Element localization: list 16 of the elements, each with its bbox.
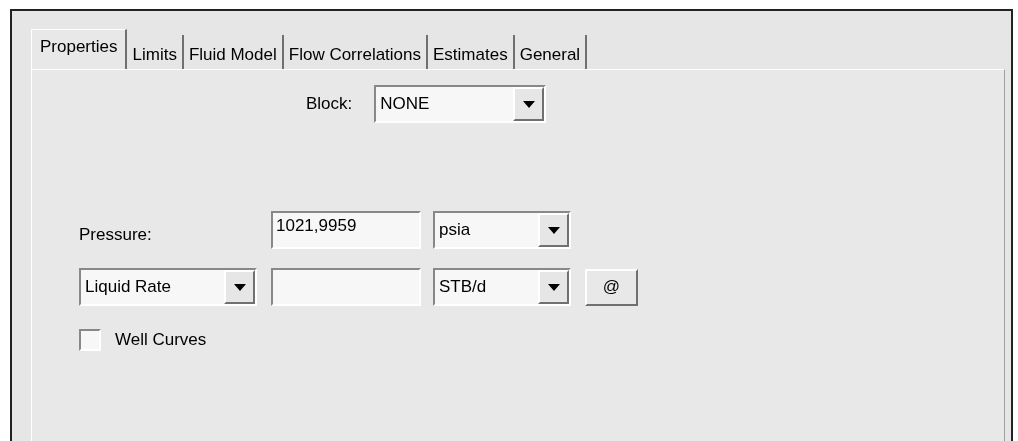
well-curves-label: Well Curves (115, 329, 207, 351)
well-curves-checkbox[interactable] (79, 328, 101, 351)
dropdown-arrow-icon (547, 226, 560, 234)
dropdown-arrow-icon (547, 283, 560, 291)
dropdown-arrow-icon (522, 100, 535, 108)
block-dropdown[interactable]: NONE (374, 85, 547, 123)
dropdown-arrow-icon (233, 283, 246, 291)
pressure-field[interactable]: 1021,9959 (271, 211, 421, 249)
rate-field[interactable] (271, 268, 421, 306)
tab[interactable]: Properties (31, 29, 128, 69)
pressure-label: Pressure: (79, 224, 153, 247)
rate-unit-dropdown[interactable]: STB/d (433, 268, 571, 306)
at-button[interactable]: @ (585, 268, 638, 306)
block-label: Block: (306, 93, 353, 116)
pressure-unit-dropdown[interactable]: psia (433, 211, 571, 249)
rate-type-dropdown[interactable]: Liquid Rate (79, 268, 257, 306)
